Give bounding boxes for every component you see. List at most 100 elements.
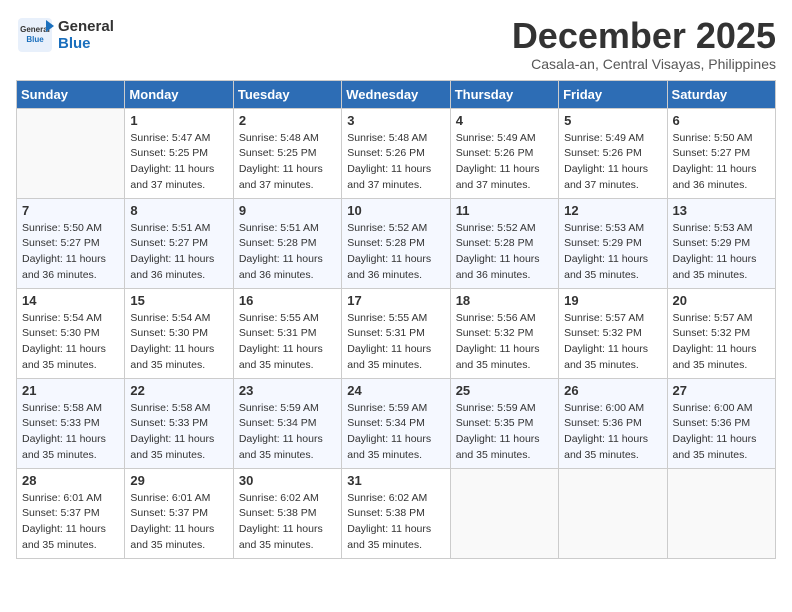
weekday-header-monday: Monday bbox=[125, 80, 233, 108]
calendar-cell: 30 Sunrise: 6:02 AMSunset: 5:38 PMDaylig… bbox=[233, 468, 341, 558]
day-number: 23 bbox=[239, 383, 336, 398]
location: Casala-an, Central Visayas, Philippines bbox=[512, 56, 776, 72]
day-info: Sunrise: 5:59 AMSunset: 5:35 PMDaylight:… bbox=[456, 401, 553, 464]
day-number: 22 bbox=[130, 383, 227, 398]
day-info: Sunrise: 5:51 AMSunset: 5:27 PMDaylight:… bbox=[130, 221, 227, 284]
day-info: Sunrise: 5:54 AMSunset: 5:30 PMDaylight:… bbox=[22, 311, 119, 374]
week-row-2: 14 Sunrise: 5:54 AMSunset: 5:30 PMDaylig… bbox=[17, 288, 776, 378]
day-number: 8 bbox=[130, 203, 227, 218]
logo-blue: Blue bbox=[58, 35, 114, 52]
title-block: December 2025 Casala-an, Central Visayas… bbox=[512, 16, 776, 72]
svg-text:General: General bbox=[20, 25, 50, 34]
calendar-cell: 24 Sunrise: 5:59 AMSunset: 5:34 PMDaylig… bbox=[342, 378, 450, 468]
weekday-header-wednesday: Wednesday bbox=[342, 80, 450, 108]
day-info: Sunrise: 5:50 AMSunset: 5:27 PMDaylight:… bbox=[22, 221, 119, 284]
calendar-cell: 20 Sunrise: 5:57 AMSunset: 5:32 PMDaylig… bbox=[667, 288, 775, 378]
day-number: 6 bbox=[673, 113, 770, 128]
day-number: 10 bbox=[347, 203, 444, 218]
calendar-cell: 13 Sunrise: 5:53 AMSunset: 5:29 PMDaylig… bbox=[667, 198, 775, 288]
calendar-cell: 1 Sunrise: 5:47 AMSunset: 5:25 PMDayligh… bbox=[125, 108, 233, 198]
day-info: Sunrise: 5:53 AMSunset: 5:29 PMDaylight:… bbox=[673, 221, 770, 284]
day-number: 25 bbox=[456, 383, 553, 398]
day-number: 29 bbox=[130, 473, 227, 488]
calendar-cell: 8 Sunrise: 5:51 AMSunset: 5:27 PMDayligh… bbox=[125, 198, 233, 288]
calendar-cell bbox=[450, 468, 558, 558]
logo-general: General bbox=[58, 18, 114, 35]
day-info: Sunrise: 5:49 AMSunset: 5:26 PMDaylight:… bbox=[456, 131, 553, 194]
logo-container: General Blue General Blue bbox=[16, 16, 114, 54]
day-info: Sunrise: 5:57 AMSunset: 5:32 PMDaylight:… bbox=[673, 311, 770, 374]
day-info: Sunrise: 5:48 AMSunset: 5:25 PMDaylight:… bbox=[239, 131, 336, 194]
day-info: Sunrise: 5:52 AMSunset: 5:28 PMDaylight:… bbox=[456, 221, 553, 284]
day-info: Sunrise: 6:02 AMSunset: 5:38 PMDaylight:… bbox=[239, 491, 336, 554]
day-info: Sunrise: 5:51 AMSunset: 5:28 PMDaylight:… bbox=[239, 221, 336, 284]
day-number: 27 bbox=[673, 383, 770, 398]
day-info: Sunrise: 6:00 AMSunset: 5:36 PMDaylight:… bbox=[673, 401, 770, 464]
calendar-cell: 18 Sunrise: 5:56 AMSunset: 5:32 PMDaylig… bbox=[450, 288, 558, 378]
day-number: 24 bbox=[347, 383, 444, 398]
week-row-3: 21 Sunrise: 5:58 AMSunset: 5:33 PMDaylig… bbox=[17, 378, 776, 468]
calendar-cell: 2 Sunrise: 5:48 AMSunset: 5:25 PMDayligh… bbox=[233, 108, 341, 198]
day-number: 2 bbox=[239, 113, 336, 128]
calendar-cell bbox=[17, 108, 125, 198]
calendar-cell: 29 Sunrise: 6:01 AMSunset: 5:37 PMDaylig… bbox=[125, 468, 233, 558]
calendar-table: SundayMondayTuesdayWednesdayThursdayFrid… bbox=[16, 80, 776, 559]
calendar-cell: 14 Sunrise: 5:54 AMSunset: 5:30 PMDaylig… bbox=[17, 288, 125, 378]
day-info: Sunrise: 5:52 AMSunset: 5:28 PMDaylight:… bbox=[347, 221, 444, 284]
calendar-cell: 22 Sunrise: 5:58 AMSunset: 5:33 PMDaylig… bbox=[125, 378, 233, 468]
day-info: Sunrise: 5:55 AMSunset: 5:31 PMDaylight:… bbox=[239, 311, 336, 374]
day-number: 19 bbox=[564, 293, 661, 308]
day-number: 14 bbox=[22, 293, 119, 308]
month-title: December 2025 bbox=[512, 16, 776, 56]
day-number: 18 bbox=[456, 293, 553, 308]
day-info: Sunrise: 5:48 AMSunset: 5:26 PMDaylight:… bbox=[347, 131, 444, 194]
weekday-header-thursday: Thursday bbox=[450, 80, 558, 108]
day-number: 28 bbox=[22, 473, 119, 488]
calendar-cell: 9 Sunrise: 5:51 AMSunset: 5:28 PMDayligh… bbox=[233, 198, 341, 288]
logo-icon: General Blue bbox=[16, 16, 54, 54]
calendar-cell: 28 Sunrise: 6:01 AMSunset: 5:37 PMDaylig… bbox=[17, 468, 125, 558]
day-number: 16 bbox=[239, 293, 336, 308]
week-row-1: 7 Sunrise: 5:50 AMSunset: 5:27 PMDayligh… bbox=[17, 198, 776, 288]
day-number: 9 bbox=[239, 203, 336, 218]
day-info: Sunrise: 6:01 AMSunset: 5:37 PMDaylight:… bbox=[130, 491, 227, 554]
calendar-cell: 21 Sunrise: 5:58 AMSunset: 5:33 PMDaylig… bbox=[17, 378, 125, 468]
week-row-4: 28 Sunrise: 6:01 AMSunset: 5:37 PMDaylig… bbox=[17, 468, 776, 558]
weekday-header-row: SundayMondayTuesdayWednesdayThursdayFrid… bbox=[17, 80, 776, 108]
day-number: 4 bbox=[456, 113, 553, 128]
svg-text:Blue: Blue bbox=[26, 35, 44, 44]
day-info: Sunrise: 5:49 AMSunset: 5:26 PMDaylight:… bbox=[564, 131, 661, 194]
weekday-header-saturday: Saturday bbox=[667, 80, 775, 108]
calendar-cell: 12 Sunrise: 5:53 AMSunset: 5:29 PMDaylig… bbox=[559, 198, 667, 288]
day-info: Sunrise: 6:01 AMSunset: 5:37 PMDaylight:… bbox=[22, 491, 119, 554]
day-info: Sunrise: 5:50 AMSunset: 5:27 PMDaylight:… bbox=[673, 131, 770, 194]
logo: General Blue General Blue bbox=[16, 16, 114, 54]
day-info: Sunrise: 6:02 AMSunset: 5:38 PMDaylight:… bbox=[347, 491, 444, 554]
day-number: 11 bbox=[456, 203, 553, 218]
calendar-cell: 31 Sunrise: 6:02 AMSunset: 5:38 PMDaylig… bbox=[342, 468, 450, 558]
day-number: 31 bbox=[347, 473, 444, 488]
day-number: 15 bbox=[130, 293, 227, 308]
day-number: 1 bbox=[130, 113, 227, 128]
day-info: Sunrise: 5:55 AMSunset: 5:31 PMDaylight:… bbox=[347, 311, 444, 374]
calendar-cell: 26 Sunrise: 6:00 AMSunset: 5:36 PMDaylig… bbox=[559, 378, 667, 468]
calendar-cell bbox=[667, 468, 775, 558]
calendar-cell: 6 Sunrise: 5:50 AMSunset: 5:27 PMDayligh… bbox=[667, 108, 775, 198]
day-info: Sunrise: 5:53 AMSunset: 5:29 PMDaylight:… bbox=[564, 221, 661, 284]
day-number: 7 bbox=[22, 203, 119, 218]
calendar-cell bbox=[559, 468, 667, 558]
calendar-cell: 16 Sunrise: 5:55 AMSunset: 5:31 PMDaylig… bbox=[233, 288, 341, 378]
day-number: 21 bbox=[22, 383, 119, 398]
week-row-0: 1 Sunrise: 5:47 AMSunset: 5:25 PMDayligh… bbox=[17, 108, 776, 198]
day-number: 30 bbox=[239, 473, 336, 488]
day-number: 13 bbox=[673, 203, 770, 218]
calendar-cell: 5 Sunrise: 5:49 AMSunset: 5:26 PMDayligh… bbox=[559, 108, 667, 198]
day-info: Sunrise: 5:54 AMSunset: 5:30 PMDaylight:… bbox=[130, 311, 227, 374]
day-info: Sunrise: 5:58 AMSunset: 5:33 PMDaylight:… bbox=[130, 401, 227, 464]
day-info: Sunrise: 6:00 AMSunset: 5:36 PMDaylight:… bbox=[564, 401, 661, 464]
calendar-cell: 7 Sunrise: 5:50 AMSunset: 5:27 PMDayligh… bbox=[17, 198, 125, 288]
calendar-cell: 17 Sunrise: 5:55 AMSunset: 5:31 PMDaylig… bbox=[342, 288, 450, 378]
calendar-cell: 11 Sunrise: 5:52 AMSunset: 5:28 PMDaylig… bbox=[450, 198, 558, 288]
calendar-cell: 23 Sunrise: 5:59 AMSunset: 5:34 PMDaylig… bbox=[233, 378, 341, 468]
calendar-cell: 4 Sunrise: 5:49 AMSunset: 5:26 PMDayligh… bbox=[450, 108, 558, 198]
